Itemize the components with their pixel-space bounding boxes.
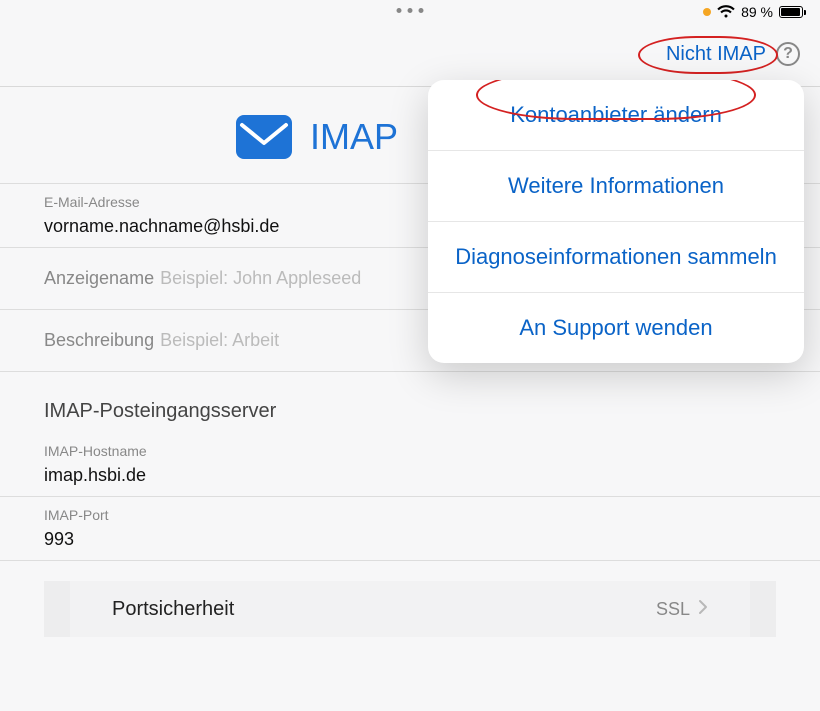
page-title: IMAP: [310, 116, 398, 158]
imap-host-field[interactable]: IMAP-Hostname imap.hsbi.de: [0, 433, 820, 497]
popover-item-label: Diagnoseinformationen sammeln: [455, 244, 777, 269]
imap-host-label: IMAP-Hostname: [44, 443, 820, 459]
port-security-value: SSL: [656, 599, 690, 620]
reorder-handle-left[interactable]: [44, 581, 70, 637]
popover-item-label: An Support wenden: [519, 315, 712, 340]
description-label: Beschreibung: [44, 330, 154, 351]
reorder-handle-right[interactable]: [750, 581, 776, 637]
imap-port-value: 993: [44, 529, 820, 550]
help-icon: ?: [783, 45, 793, 63]
imap-host-value: imap.hsbi.de: [44, 465, 820, 486]
recording-indicator-icon: [703, 8, 711, 16]
imap-port-label: IMAP-Port: [44, 507, 820, 523]
description-placeholder: Beispiel: Arbeit: [160, 330, 279, 351]
not-imap-link[interactable]: Nicht IMAP: [666, 43, 766, 66]
status-bar: 89 %: [0, 0, 820, 24]
popover-item-change-provider[interactable]: Kontoanbieter ändern: [428, 80, 804, 151]
displayname-label: Anzeigename: [44, 268, 154, 289]
popover-item-label: Kontoanbieter ändern: [510, 102, 722, 127]
help-button[interactable]: ?: [776, 42, 800, 66]
popover-item-more-info[interactable]: Weitere Informationen: [428, 151, 804, 222]
popover-item-diagnostics[interactable]: Diagnoseinformationen sammeln: [428, 222, 804, 293]
nav-bar: Nicht IMAP ?: [0, 24, 820, 84]
displayname-placeholder: Beispiel: John Appleseed: [160, 268, 361, 289]
port-security-label: Portsicherheit: [112, 598, 234, 621]
wifi-icon: [717, 5, 735, 19]
popover-item-label: Weitere Informationen: [508, 173, 724, 198]
popover-item-support[interactable]: An Support wenden: [428, 293, 804, 363]
grab-dots: [397, 8, 424, 13]
port-security-row[interactable]: Portsicherheit SSL: [70, 581, 750, 637]
popover-menu: Kontoanbieter ändern Weitere Information…: [428, 80, 804, 363]
incoming-section-title: IMAP-Posteingangsserver: [0, 372, 820, 433]
chevron-right-icon: [698, 599, 708, 620]
battery-icon: [779, 6, 806, 18]
imap-port-field[interactable]: IMAP-Port 993: [0, 497, 820, 561]
mail-icon: [236, 115, 292, 159]
battery-text: 89 %: [741, 4, 773, 20]
